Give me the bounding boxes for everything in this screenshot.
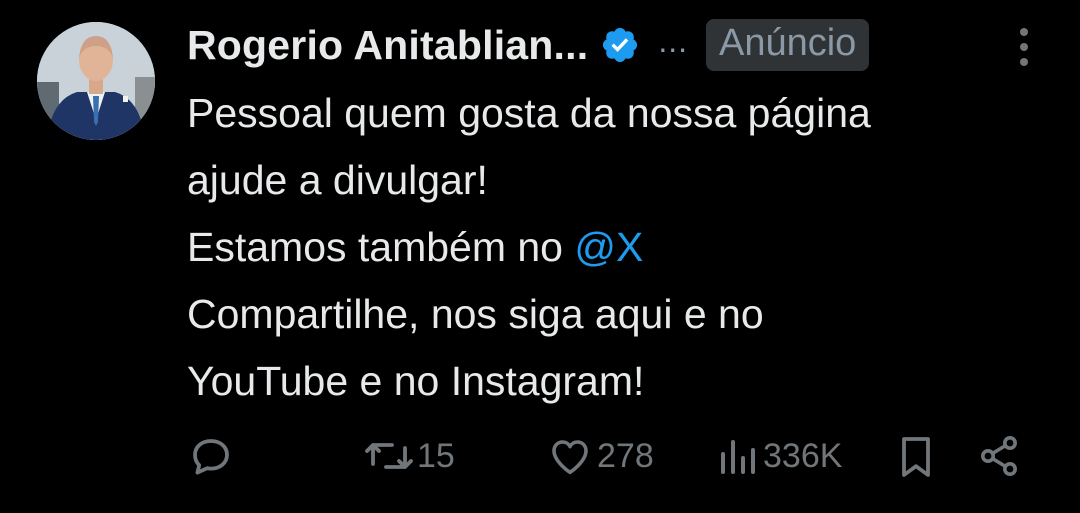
action-bar: 15 278 336K [187,428,1047,484]
post-text-line: ajude a divulgar! [187,157,488,203]
post-header: Rogerio Anitablian... ... Anúncio [187,14,1030,76]
bookmark-button[interactable] [894,428,938,484]
post-text-line: Estamos também no @X [187,214,1047,281]
author-name[interactable]: Rogerio Anitablian... [187,22,588,69]
share-button[interactable] [975,428,1023,484]
post-text: Pessoal quem gosta da nossa página ajude… [187,80,1047,415]
like-count: 278 [597,436,654,475]
repost-icon [363,432,415,480]
bookmark-icon [894,432,938,480]
mention-link[interactable]: @X [574,224,643,270]
share-icon [975,432,1023,480]
post-text-line: YouTube e no Instagram! [187,358,645,404]
post-text-fragment: Estamos também no [187,224,575,270]
kebab-menu-icon[interactable] [1012,26,1036,68]
like-button[interactable]: 278 [545,428,654,484]
avatar[interactable] [37,22,155,140]
post-text-line: Compartilhe, nos siga aqui e no [187,291,764,337]
reply-button[interactable] [187,428,235,484]
repost-count: 15 [417,436,455,475]
ad-badge: Anúncio [705,19,870,71]
post-text-line: Pessoal quem gosta da nossa página [187,90,871,136]
reply-icon [187,432,235,480]
more-indicator: ... [658,22,688,59]
ad-post: Rogerio Anitablian... ... Anúncio Pessoa… [0,0,1080,513]
like-icon [545,432,595,480]
verified-badge-icon [600,25,640,65]
repost-button[interactable]: 15 [363,428,455,484]
views-count: 336K [763,436,843,475]
views-button[interactable]: 336K [717,428,842,484]
views-icon [717,432,761,480]
